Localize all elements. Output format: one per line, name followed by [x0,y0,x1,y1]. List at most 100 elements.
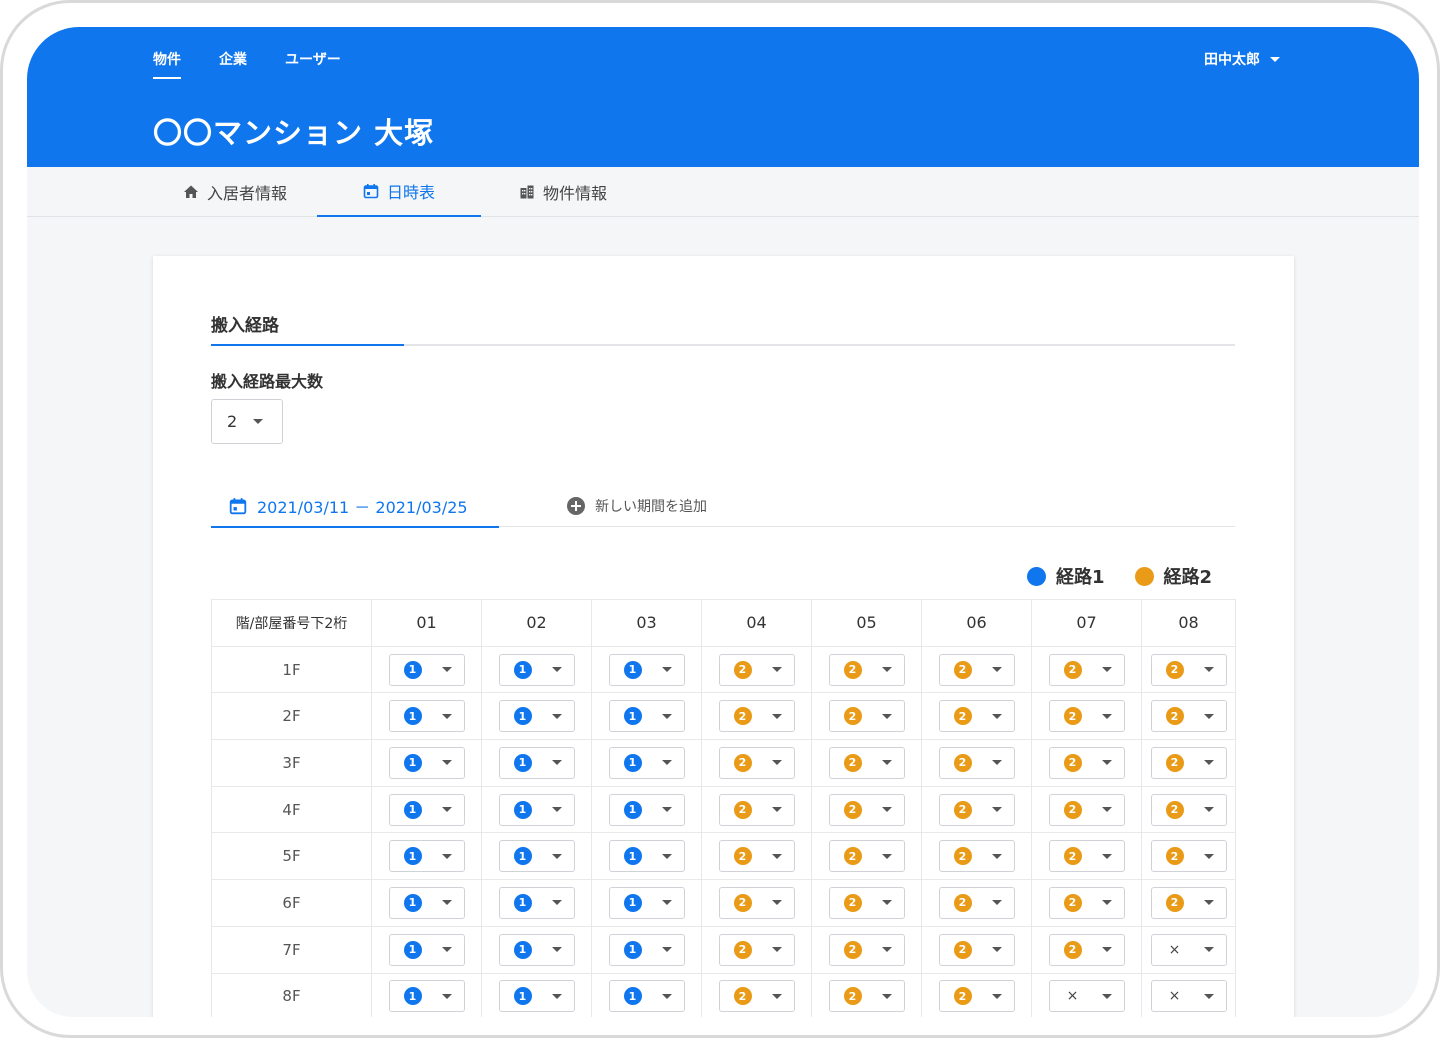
route-select[interactable]: 2 [718,746,795,779]
route-select[interactable]: 1 [608,886,685,919]
route-cell: 1 [481,692,592,741]
route-select[interactable]: 2 [718,840,795,873]
route-select[interactable]: 1 [388,746,465,779]
route-select[interactable]: 2 [1048,933,1125,966]
route-select[interactable]: 2 [1150,886,1227,919]
route-select[interactable]: 1 [388,886,465,919]
route-select[interactable]: 2 [828,840,905,873]
max-routes-select[interactable]: 2 [211,399,283,444]
route-select[interactable]: 1 [498,980,575,1013]
route-select[interactable]: 2 [1048,700,1125,733]
route-select[interactable]: 2 [718,793,795,826]
chevron-down-icon [1203,807,1214,813]
chevron-down-icon [1101,900,1112,906]
route-select[interactable]: 2 [938,700,1015,733]
route-select[interactable]: 1 [608,840,685,873]
route-select[interactable]: 2 [718,700,795,733]
route-badge: 1 [623,800,642,819]
route-select[interactable]: 2 [828,793,905,826]
route-select[interactable]: × [1048,980,1125,1013]
route-select[interactable]: 1 [388,980,465,1013]
route-badge: 1 [623,940,642,959]
route-select[interactable]: 2 [938,793,1015,826]
add-period-button[interactable]: 新しい期間を追加 [567,486,707,526]
section-title: 搬入経路 [211,316,279,336]
route-select[interactable]: × [1150,933,1227,966]
route-select[interactable]: 1 [388,700,465,733]
route-badge: 1 [623,893,642,912]
route-select[interactable]: 2 [1150,746,1227,779]
chevron-down-icon [1203,900,1214,906]
section-divider [211,344,1235,346]
route-cell: 2 [921,692,1032,741]
route-select[interactable]: 1 [608,933,685,966]
floor-label: 7F [211,925,372,974]
chevron-down-icon [551,947,562,953]
route-select[interactable]: 2 [828,886,905,919]
route-select[interactable]: 2 [1048,886,1125,919]
chevron-down-icon [991,760,1002,766]
tab-property-info[interactable]: 物件情報 [481,167,645,217]
chevron-down-icon [551,807,562,813]
tab-residents[interactable]: 入居者情報 [153,167,317,217]
chevron-down-icon [771,947,782,953]
route-select[interactable]: 1 [498,886,575,919]
tab-schedule[interactable]: 日時表 [317,167,481,217]
route-select[interactable]: 2 [938,653,1015,686]
route-select[interactable]: 2 [938,840,1015,873]
route-select[interactable]: 2 [938,746,1015,779]
chevron-down-icon [1203,947,1214,953]
route-select[interactable]: 2 [828,933,905,966]
route-select[interactable]: 2 [828,746,905,779]
nav-item-companies[interactable]: 企業 [219,49,247,79]
user-menu[interactable]: 田中太郎 [1204,49,1280,69]
route-select[interactable]: 1 [608,793,685,826]
chevron-down-icon [881,713,892,719]
route-select[interactable]: 2 [718,653,795,686]
table-row: 7F 1 1 1 2 2 2 2 × [211,925,1236,974]
legend-item-route2: 経路2 [1134,563,1212,589]
route-select[interactable]: 1 [498,793,575,826]
route-select[interactable]: 2 [938,980,1015,1013]
route-select[interactable]: 1 [498,840,575,873]
route-select[interactable]: 2 [828,653,905,686]
route-select[interactable]: 2 [1048,793,1125,826]
route-select[interactable]: 2 [1150,653,1227,686]
route-badge: 1 [403,753,422,772]
route-select[interactable]: 2 [1150,840,1227,873]
route-select[interactable]: 1 [608,700,685,733]
period-tab-active[interactable]: 2021/03/11 － 2021/03/25 [211,486,499,528]
route-select[interactable]: 1 [388,793,465,826]
route-select[interactable]: 1 [608,653,685,686]
route-select[interactable]: 2 [718,886,795,919]
chevron-down-icon [1270,56,1280,62]
route-select[interactable]: 1 [498,933,575,966]
route-select[interactable]: 2 [828,980,905,1013]
route-select[interactable]: 1 [388,653,465,686]
route-select[interactable]: 1 [608,980,685,1013]
route-select[interactable]: 2 [828,700,905,733]
route-select[interactable]: 2 [1048,746,1125,779]
nav-item-users[interactable]: ユーザー [285,49,341,79]
route-select[interactable]: 1 [608,746,685,779]
route-select[interactable]: 2 [938,933,1015,966]
route-select[interactable]: 1 [388,840,465,873]
route-select[interactable]: 2 [718,933,795,966]
route-select[interactable]: 1 [498,746,575,779]
route-select[interactable]: 2 [938,886,1015,919]
route-select[interactable]: 2 [718,980,795,1013]
nav-item-properties[interactable]: 物件 [153,49,181,79]
route-select[interactable]: 1 [498,653,575,686]
route-select[interactable]: × [1150,980,1227,1013]
route-select[interactable]: 2 [1150,793,1227,826]
route-cell: 1 [481,925,592,974]
chevron-down-icon [771,713,782,719]
route-select[interactable]: 2 [1150,700,1227,733]
route-select[interactable]: 2 [1048,653,1125,686]
route-select[interactable]: 2 [1048,840,1125,873]
route-select[interactable]: 1 [388,933,465,966]
route-badge: 2 [1165,800,1184,819]
route-select[interactable]: 1 [498,700,575,733]
route-cell: 2 [701,925,812,974]
chevron-down-icon [881,667,892,673]
